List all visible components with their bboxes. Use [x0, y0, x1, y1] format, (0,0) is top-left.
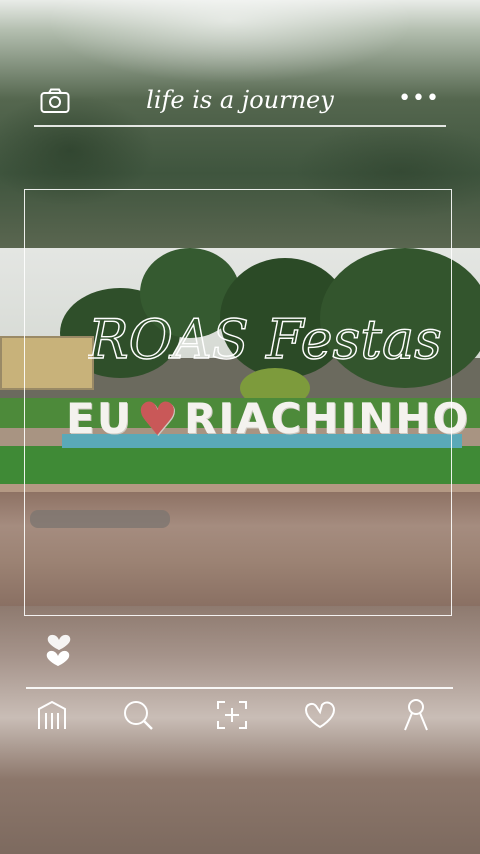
- home-icon: [38, 700, 66, 729]
- nav-divider: [26, 687, 453, 689]
- header: life is a journey •••: [34, 80, 446, 126]
- heart-icon: [304, 701, 336, 729]
- nav-profile[interactable]: [398, 697, 434, 733]
- nav-search[interactable]: [120, 697, 156, 733]
- search-icon: [124, 701, 153, 730]
- nav-home[interactable]: [34, 697, 70, 733]
- add-icon: [217, 701, 247, 729]
- nav-likes[interactable]: [302, 697, 338, 733]
- header-divider: [34, 125, 446, 127]
- nav-add[interactable]: [214, 697, 250, 733]
- more-dots-icon[interactable]: •••: [398, 86, 440, 111]
- profile-icon: [404, 699, 428, 731]
- bottom-nav: [26, 697, 453, 737]
- photo-frame: [24, 189, 452, 616]
- app-title: life is a journey: [146, 86, 334, 114]
- heart-icon[interactable]: [44, 626, 74, 666]
